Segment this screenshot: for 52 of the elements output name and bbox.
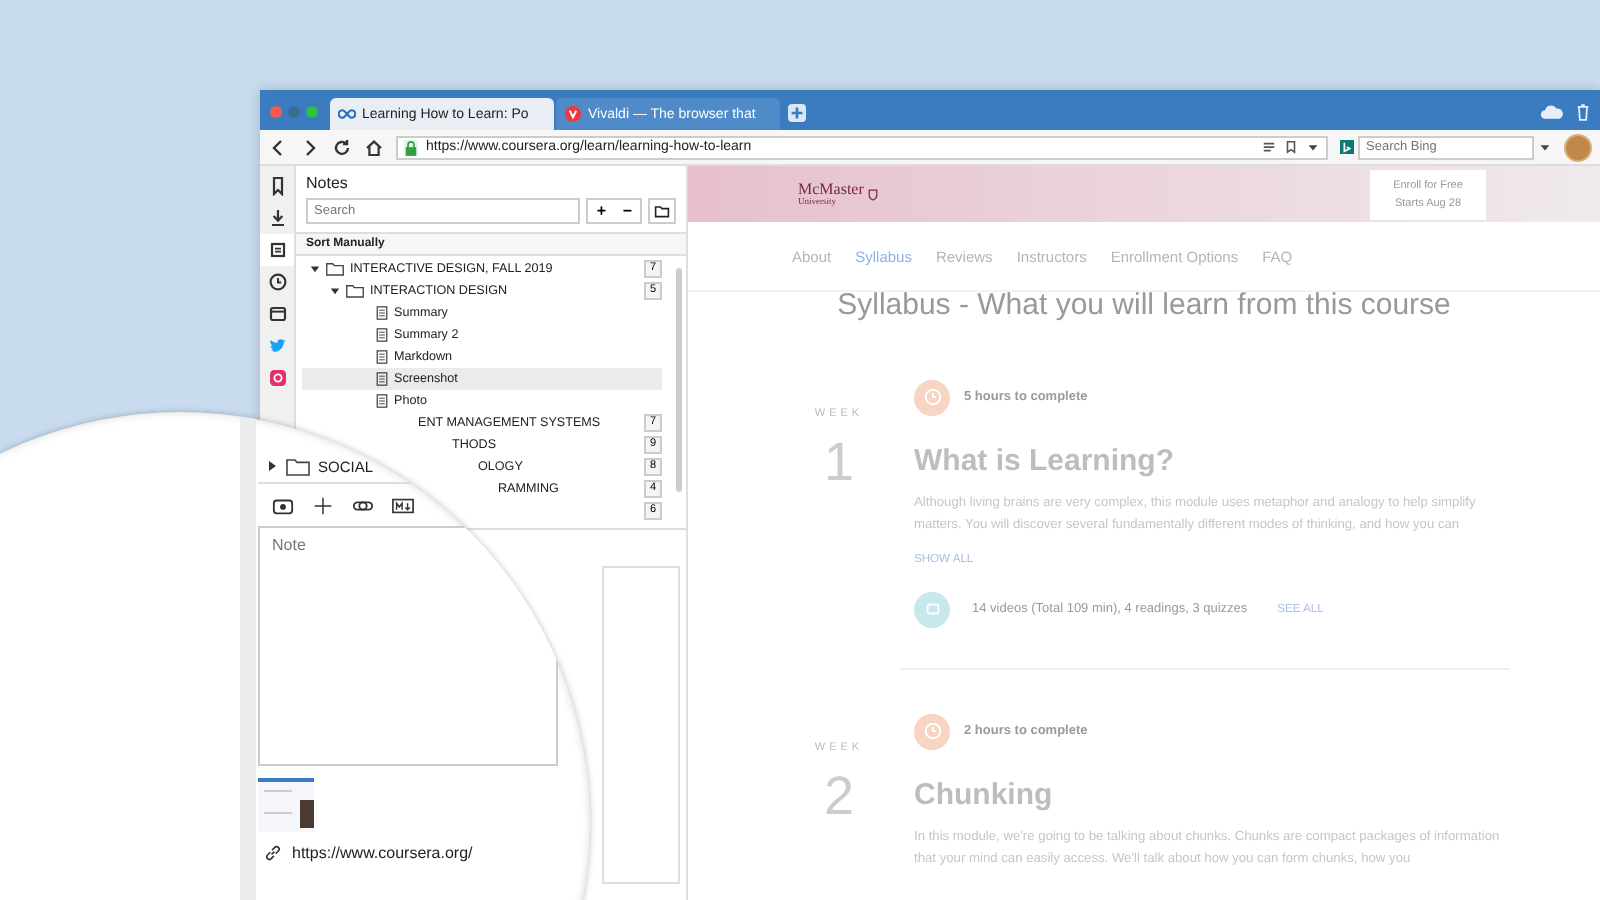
window-icon	[267, 304, 287, 324]
forward-icon[interactable]	[300, 137, 320, 157]
note-icon	[376, 372, 388, 386]
reload-icon[interactable]	[332, 137, 352, 157]
note-icon	[267, 240, 287, 260]
new-folder-button[interactable]	[648, 198, 676, 224]
module-title: What is Learning?	[914, 443, 1177, 477]
caret-icon[interactable]	[266, 460, 278, 472]
plus-icon[interactable]	[312, 496, 334, 516]
camera-icon[interactable]	[272, 496, 294, 516]
dropdown-icon[interactable]	[1306, 140, 1320, 154]
link-icon[interactable]	[352, 496, 374, 516]
reader-icon[interactable]	[1262, 140, 1276, 154]
note-icon	[376, 306, 388, 320]
clock-icon	[914, 713, 950, 749]
note-icon	[376, 328, 388, 342]
bird-icon	[267, 336, 287, 356]
panel-button[interactable]	[260, 234, 294, 266]
panel-title: Notes	[304, 172, 350, 196]
source-url: https://www.coursera.org/	[292, 844, 473, 862]
clock-icon	[914, 379, 950, 415]
note-icon	[376, 350, 388, 364]
dropdown-icon[interactable]	[1538, 140, 1552, 154]
module-title: Chunking	[914, 777, 1055, 811]
section-heading: Syllabus - What you will learn from this course	[835, 290, 1453, 323]
lock-icon	[404, 139, 418, 155]
folder-icon	[286, 457, 310, 475]
note-text-area[interactable]: Note	[258, 526, 558, 766]
link-icon[interactable]	[264, 844, 282, 862]
round-logo-icon	[564, 106, 582, 122]
caret-icon[interactable]	[310, 264, 320, 274]
folder-icon	[654, 204, 671, 218]
back-icon[interactable]	[268, 137, 288, 157]
markdown-icon[interactable]	[392, 496, 414, 516]
avatar[interactable]	[1564, 133, 1592, 161]
home-icon[interactable]	[364, 137, 384, 157]
media-icon	[914, 591, 950, 627]
shield-icon	[867, 187, 878, 201]
screenshot-thumbnail[interactable]	[258, 778, 314, 832]
trash-icon[interactable]	[1576, 102, 1590, 122]
new-tab-icon[interactable]	[788, 104, 806, 122]
download-icon	[267, 208, 287, 228]
note-icon	[376, 394, 388, 408]
cloud-icon[interactable]	[1540, 104, 1564, 120]
caret-icon[interactable]	[330, 286, 340, 296]
bookmark-icon[interactable]	[1284, 140, 1298, 154]
camera-icon	[267, 368, 287, 388]
scrollbar[interactable]	[676, 268, 682, 492]
bookmark-icon	[267, 176, 287, 196]
infinity-icon	[338, 106, 356, 122]
search-engine-icon[interactable]	[1340, 140, 1354, 154]
clock-icon	[267, 272, 287, 292]
